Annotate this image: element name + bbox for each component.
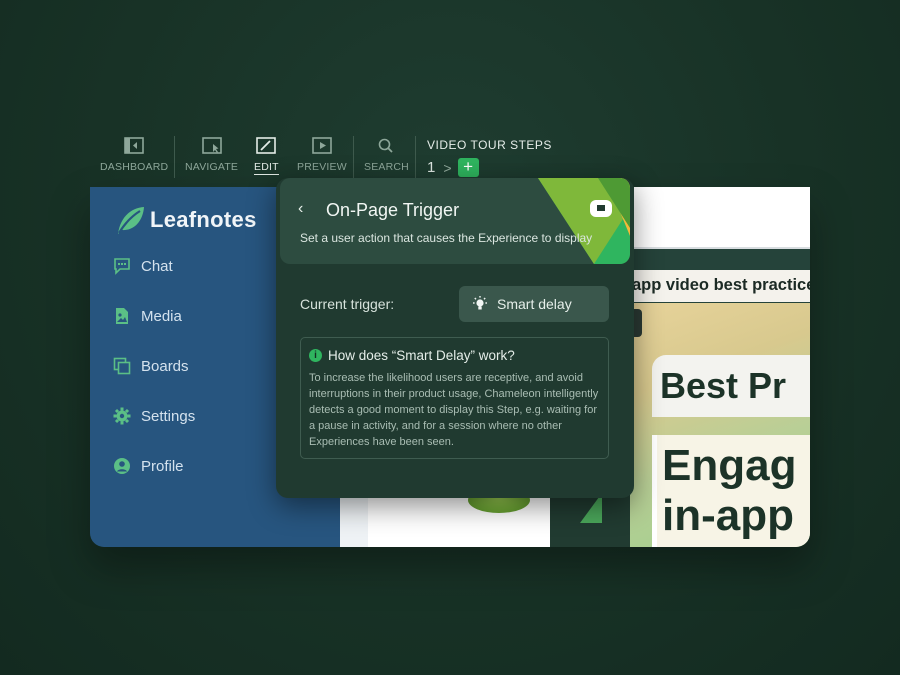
sidebar-item-label: Settings — [141, 407, 196, 425]
brand: Leafnotes — [114, 204, 257, 236]
search-icon — [379, 138, 394, 153]
lightbulb-icon — [473, 296, 487, 310]
header-bar — [634, 187, 810, 249]
info-icon: i — [309, 349, 322, 362]
chat-icon — [114, 258, 130, 275]
brand-name: Leafnotes — [150, 207, 257, 232]
trigger-select[interactable]: Smart delay — [459, 286, 609, 322]
navigate-icon — [201, 137, 222, 154]
dashboard-button[interactable]: DASHBOARD — [100, 136, 168, 173]
back-button[interactable]: ‹ — [298, 200, 303, 218]
sidebar-item-profile[interactable]: Profile — [113, 457, 184, 475]
navigate-label: NAVIGATE — [185, 161, 239, 173]
current-trigger-label: Current trigger: — [300, 296, 395, 312]
popover-subtitle: Set a user action that causes the Experi… — [300, 231, 593, 245]
trigger-popover: ‹ On-Page Trigger Set a user action that… — [276, 178, 634, 498]
info-title: How does “Smart Delay” work? — [328, 348, 515, 363]
add-step-button[interactable]: + — [457, 158, 479, 177]
media-icon — [116, 308, 128, 324]
hero-subheading: Engag in-app — [662, 441, 796, 541]
navigate-button[interactable]: NAVIGATE — [185, 136, 238, 173]
boards-icon — [113, 357, 131, 375]
hero-heading: Best Pr — [660, 365, 787, 406]
leaf-logo-icon — [118, 207, 144, 234]
steps-row: 1 > + — [427, 158, 479, 177]
chevron-right-icon[interactable]: > — [443, 160, 451, 176]
gear-icon — [113, 407, 131, 425]
dashboard-label: DASHBOARD — [100, 161, 169, 173]
trigger-value: Smart delay — [497, 296, 572, 312]
sidebar-item-settings[interactable]: Settings — [113, 407, 195, 425]
edit-button[interactable]: EDIT — [254, 136, 279, 175]
step-number[interactable]: 1 — [427, 159, 435, 176]
sidebar-item-boards[interactable]: Boards — [113, 357, 189, 375]
hero-line: Engag — [662, 441, 797, 490]
sidebar-item-media[interactable]: Media — [113, 307, 182, 325]
info-header: i How does “Smart Delay” work? — [309, 348, 600, 363]
preview-icon — [312, 137, 332, 154]
popover-header: ‹ On-Page Trigger Set a user action that… — [280, 178, 630, 264]
edit-label: EDIT — [254, 161, 279, 175]
info-box: i How does “Smart Delay” work? To increa… — [300, 337, 609, 459]
info-body: To increase the likelihood users are rec… — [309, 372, 599, 448]
toolbar-divider — [415, 136, 416, 178]
sidebar-item-label: Profile — [141, 457, 184, 475]
sidebar-item-label: Media — [141, 307, 182, 325]
sidebar-item-chat[interactable]: Chat — [113, 257, 173, 275]
steps-title: VIDEO TOUR STEPS — [427, 138, 552, 152]
video-thumbnail[interactable]: Best Pr Engag in-app — [630, 303, 810, 547]
toolbar-divider — [353, 136, 354, 178]
dashboard-icon — [124, 137, 144, 154]
search-label: SEARCH — [364, 161, 409, 173]
edit-icon — [256, 137, 277, 154]
preview-button[interactable]: PREVIEW — [297, 136, 347, 173]
sidebar-item-label: Boards — [141, 357, 189, 375]
profile-icon — [114, 458, 130, 474]
popover-title: On-Page Trigger — [326, 200, 460, 220]
search-button[interactable]: SEARCH — [364, 136, 409, 173]
sidebar-item-label: Chat — [141, 257, 173, 275]
toolbar-divider — [174, 136, 175, 178]
video-title: app video best practice — [630, 270, 810, 302]
corner-decoration — [538, 178, 630, 264]
hero-line: in-app — [662, 491, 794, 540]
preview-label: PREVIEW — [297, 161, 347, 173]
